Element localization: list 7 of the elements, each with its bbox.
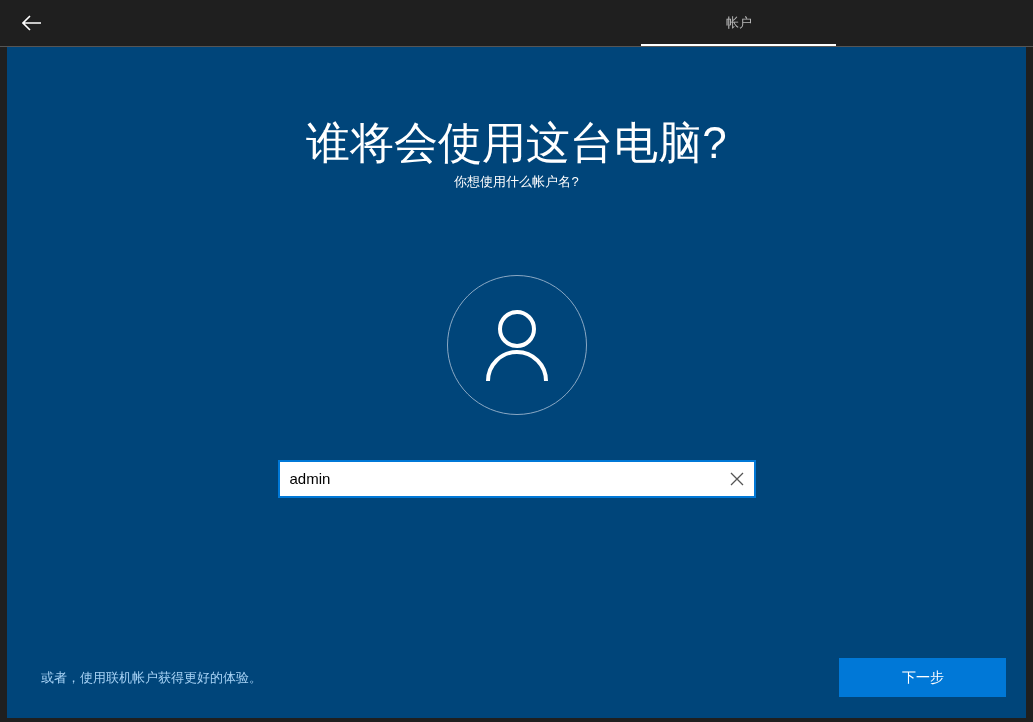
clear-icon[interactable] (729, 471, 744, 486)
page-title: 谁将会使用这台电脑? (306, 117, 727, 169)
account-name-field[interactable]: admin (277, 459, 756, 498)
next-button[interactable]: 下一步 (839, 658, 1006, 697)
back-arrow-icon (22, 15, 42, 31)
page-subtitle: 你想使用什么帐户名? (454, 173, 579, 191)
online-account-link[interactable]: 或者，使用联机帐户获得更好的体验。 (41, 667, 262, 688)
